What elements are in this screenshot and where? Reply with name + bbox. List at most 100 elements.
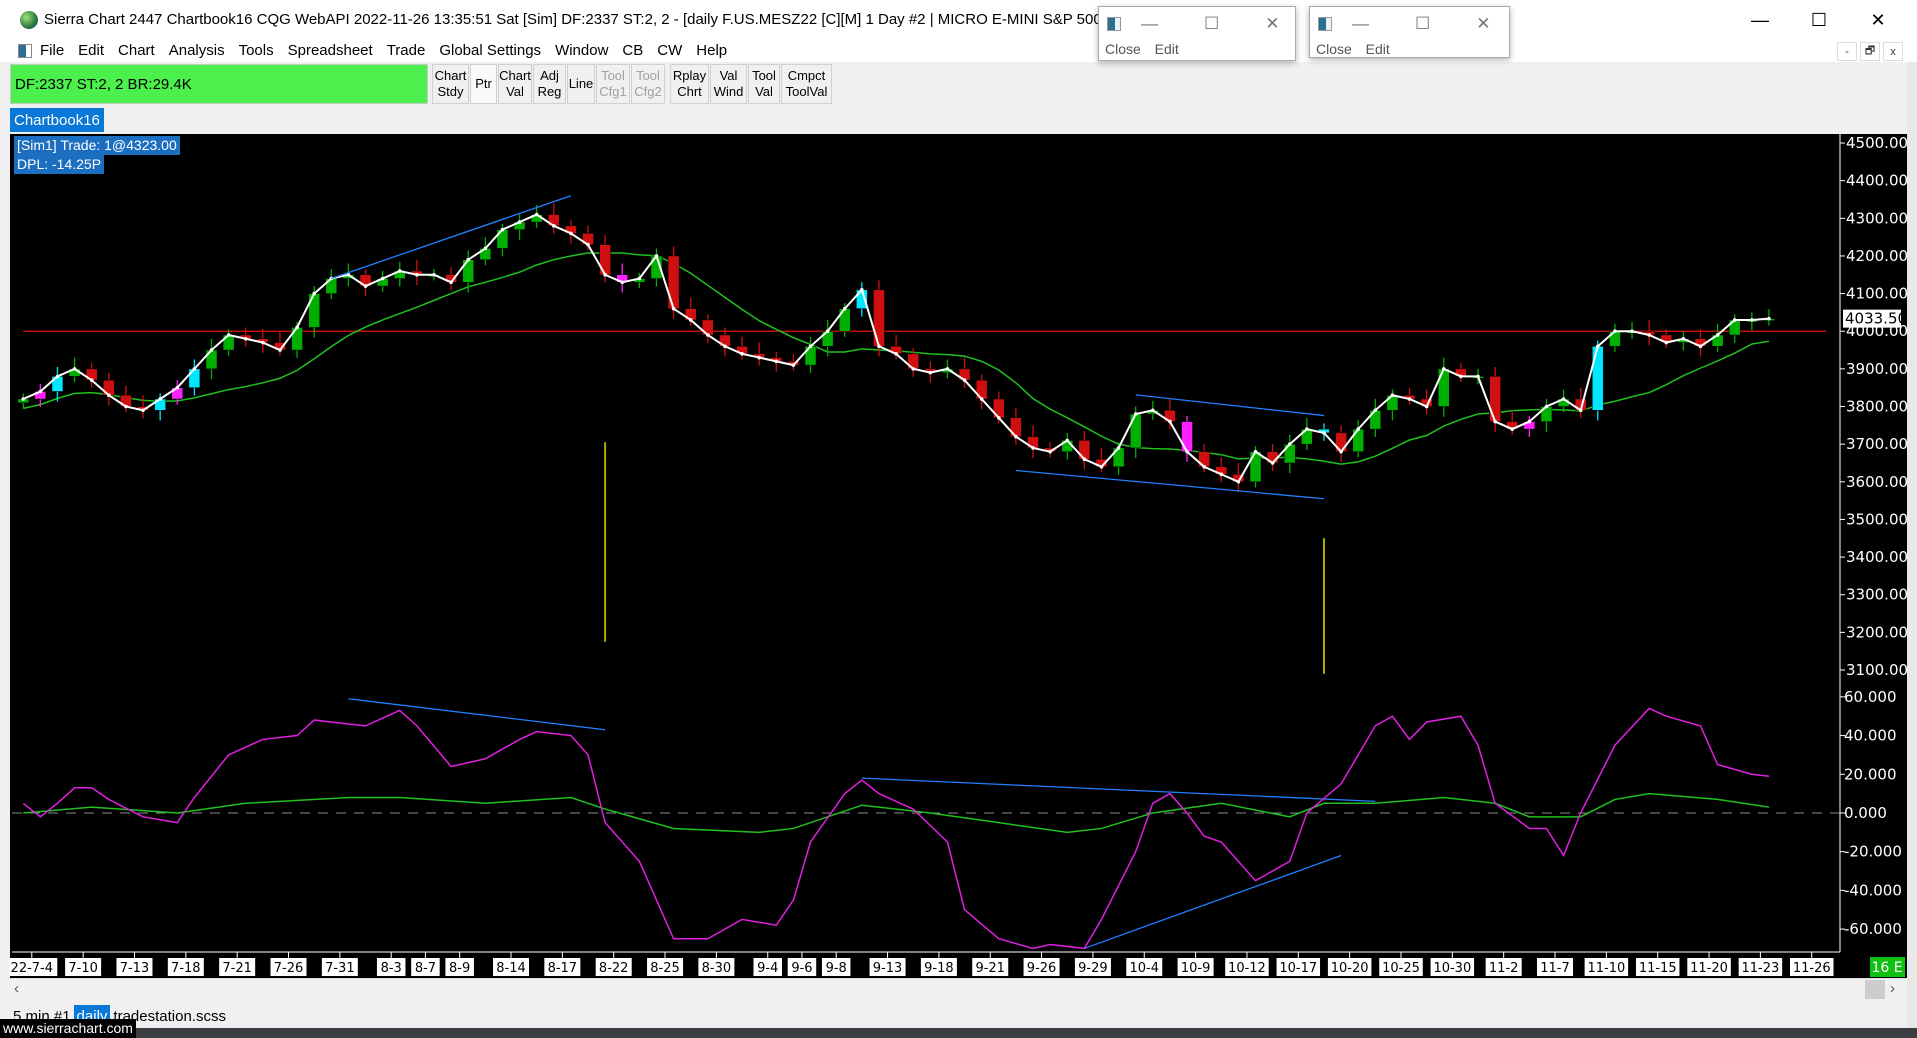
menu-cb[interactable]: CB <box>622 42 643 59</box>
menu-file[interactable]: File <box>40 42 64 59</box>
menu-help[interactable]: Help <box>696 42 727 59</box>
document-icon[interactable] <box>18 43 32 58</box>
scroll-right-icon[interactable]: › <box>1890 980 1895 997</box>
mdi-close-button[interactable]: x <box>1883 42 1903 61</box>
price-tick-label: 3500.00 <box>1846 510 1907 528</box>
price-point <box>380 276 385 281</box>
toolbar-button-rplay-chrt[interactable]: Rplay Chrt <box>670 64 709 104</box>
price-point <box>295 325 299 330</box>
price-tick-label: 4300.00 <box>1846 209 1907 227</box>
price-point <box>877 344 881 349</box>
toolbar-button-chart-val[interactable]: Chart Val <box>498 64 532 104</box>
menu-analysis[interactable]: Analysis <box>169 42 225 59</box>
floating-window-menu[interactable]: Close Edit <box>1099 41 1295 57</box>
toolbar-button-tool-cfg1[interactable]: Tool Cfg1 <box>596 64 630 104</box>
toolbar-button-cmpct-toolval[interactable]: Cmpct ToolVal <box>781 64 832 104</box>
menu-chart[interactable]: Chart <box>118 42 155 59</box>
menu-cw[interactable]: CW <box>657 42 682 59</box>
minimize-button[interactable]: — <box>1731 6 1789 34</box>
maximize-button[interactable]: ☐ <box>1790 6 1848 34</box>
price-point <box>1544 404 1549 409</box>
date-label: 10-4 <box>1130 961 1160 976</box>
toolbar-button-adj-reg[interactable]: Adj Reg <box>533 64 566 104</box>
chartbook-tab[interactable]: Chartbook16 <box>10 108 104 132</box>
osc-tick-label: -20.000 <box>1844 843 1902 861</box>
mdi-restore-button[interactable]: 🗗 <box>1860 42 1880 61</box>
date-label: 7-21 <box>222 961 252 976</box>
chart-area[interactable]: 4500.00 4400.00 4300.00 4200.00 4100.00 4000.… <box>10 134 1907 978</box>
floating-window-2[interactable]: — ☐ ✕ Close Edit <box>1309 6 1510 58</box>
website-label[interactable]: www.sierrachart.com <box>0 1019 136 1038</box>
menu-bar: File Edit Chart Analysis Tools Spreadsheet Tra… <box>0 39 1917 62</box>
window-icon <box>1107 17 1121 31</box>
menu-tools[interactable]: Tools <box>239 42 274 59</box>
floating-window-menu[interactable]: Close Edit <box>1310 41 1509 57</box>
scroll-left-icon[interactable]: ‹ <box>14 980 19 997</box>
date-label: 9-18 <box>924 961 954 976</box>
maximize-icon[interactable]: ☐ <box>1415 14 1430 34</box>
maximize-icon[interactable]: ☐ <box>1204 14 1219 34</box>
price-point <box>1065 438 1070 443</box>
sierra-chart-logo-icon <box>20 10 38 29</box>
price-point <box>894 352 898 356</box>
menu-global-settings[interactable]: Global Settings <box>439 42 541 59</box>
price-point <box>1561 397 1566 401</box>
close-button[interactable]: ✕ <box>1849 6 1907 34</box>
price-point <box>397 269 402 273</box>
price-point <box>432 272 436 277</box>
toolbar-button-line[interactable]: Line <box>567 64 595 104</box>
date-label: 10-17 <box>1279 961 1317 976</box>
price-tick-label: 3800.00 <box>1846 398 1907 416</box>
toolbar-button-ptr[interactable]: Ptr <box>470 64 497 104</box>
floating-window-1[interactable]: — ☐ ✕ Close Edit <box>1098 6 1296 61</box>
price-point <box>1116 446 1121 450</box>
price-point <box>706 333 710 337</box>
toolbar-button-tool-val[interactable]: Tool Val <box>748 64 780 104</box>
minimize-icon[interactable]: — <box>1352 14 1369 34</box>
horizontal-scrollbar[interactable]: ‹ › <box>10 978 1907 1000</box>
price-chart[interactable]: 4500.004400.004300.004200.004100.004000.… <box>10 134 1907 978</box>
menu-trade[interactable]: Trade <box>387 42 426 59</box>
price-point <box>1133 412 1138 416</box>
price-point <box>962 378 967 382</box>
date-label: 10-30 <box>1433 961 1471 976</box>
scroll-thumb[interactable] <box>1865 980 1885 999</box>
date-label: 11-23 <box>1742 961 1780 976</box>
menu-window[interactable]: Window <box>555 42 608 59</box>
price-tick-label: 3700.00 <box>1846 435 1907 453</box>
close-icon[interactable]: ✕ <box>1265 14 1279 34</box>
price-point <box>107 393 111 398</box>
candle-body <box>838 308 851 332</box>
price-point <box>192 367 197 371</box>
price-point <box>569 231 573 236</box>
close-icon[interactable]: ✕ <box>1476 14 1490 34</box>
menu-edit[interactable]: Edit <box>78 42 104 59</box>
price-tick-label: 4400.00 <box>1846 172 1907 190</box>
price-point <box>1390 393 1395 398</box>
price-point <box>1441 367 1446 371</box>
toolbar-button-chart-stdy[interactable]: Chart Stdy <box>432 64 469 104</box>
date-label: 10-9 <box>1181 961 1211 976</box>
toolbar-button-tool-cfg2[interactable]: Tool Cfg2 <box>631 64 665 104</box>
price-point <box>1236 479 1241 484</box>
price-point <box>278 348 282 352</box>
mdi-minimize-button[interactable]: - <box>1837 42 1857 61</box>
toolbar-button-val-wind[interactable]: Val Wind <box>710 64 747 104</box>
price-tick-label: 4200.00 <box>1846 247 1907 265</box>
minimize-icon[interactable]: — <box>1141 14 1158 34</box>
date-label: 7-13 <box>120 961 150 976</box>
price-point <box>1459 374 1463 379</box>
date-label: 9-13 <box>873 961 903 976</box>
vertical-scrollbar[interactable] <box>1907 62 1917 1028</box>
price-point <box>603 272 607 277</box>
date-label: 11-26 <box>1793 961 1831 976</box>
price-tick-label: 3900.00 <box>1846 360 1907 378</box>
price-point <box>38 389 43 394</box>
date-label: 8-25 <box>650 961 680 976</box>
price-point <box>21 397 26 401</box>
price-point <box>141 408 145 413</box>
candle-body <box>667 255 680 309</box>
price-point <box>72 367 77 371</box>
menu-spreadsheet[interactable]: Spreadsheet <box>288 42 373 59</box>
date-label: 8-30 <box>702 961 732 976</box>
